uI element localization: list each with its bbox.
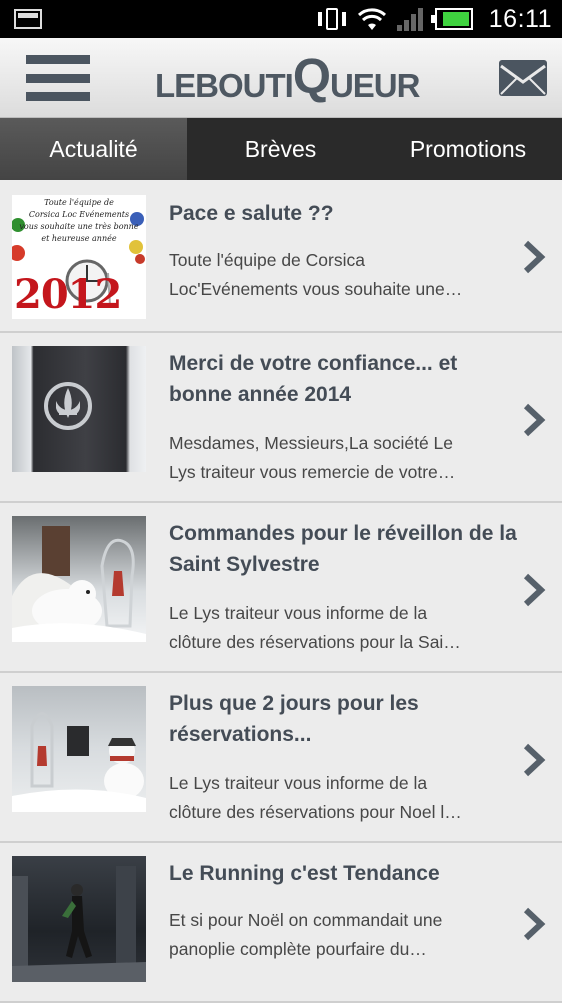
chevron-right-icon [523,573,546,607]
tab-bar: Actualité Brèves Promotions [0,118,562,180]
news-title: Pace e salute ?? [169,202,334,225]
news-thumbnail [12,516,146,642]
thumb-year: 2012 [14,271,122,318]
news-excerpt: Le Lys traiteur vous informe de la clôtu… [169,773,462,822]
news-item[interactable]: Le Running c'est Tendance Et si pour Noë… [0,843,562,1003]
tab-breves[interactable]: Brèves [187,118,374,180]
chevron-right-icon [523,907,546,941]
news-excerpt: Le Lys traiteur vous informe de la clôtu… [169,603,461,652]
notification-icon [14,9,42,29]
chevron-right-icon [523,743,546,777]
news-title: Le Running c'est Tendance [169,862,440,885]
news-item[interactable]: Commandes pour le réveillon de la Saint … [0,503,562,673]
news-thumbnail [12,856,146,982]
tab-actualite[interactable]: Actualité [0,118,187,180]
hamburger-icon-bar [26,55,90,64]
news-thumbnail [12,346,146,472]
hamburger-icon-bar [26,92,90,101]
logo-text-q: Q [292,50,331,104]
battery-icon [430,8,473,30]
news-item[interactable]: Toute l'équipe de Corsica Loc Evénements… [0,180,562,333]
envelope-icon [500,64,546,95]
news-item[interactable]: Plus que 2 jours pour les réservations..… [0,673,562,843]
logo-text-1: LEBOUTI [155,67,294,104]
status-bar: 16:11 [0,0,562,38]
news-title: Commandes pour le réveillon de la Saint … [169,522,517,576]
news-item[interactable]: Merci de votre confiance... et bonne ann… [0,333,562,503]
vibrate-icon [317,6,347,32]
news-thumbnail [12,686,146,812]
chevron-right-icon [523,240,546,274]
news-title: Plus que 2 jours pour les réservations..… [169,692,419,746]
mail-button[interactable] [499,60,547,96]
news-excerpt: Toute l'équipe de Corsica Loc'Evénements… [169,250,463,299]
tab-promotions[interactable]: Promotions [374,118,562,180]
thumb-caption: Corsica Loc Evénements [28,210,130,219]
news-thumbnail: Toute l'équipe de Corsica Loc Evénements… [12,195,146,319]
thumb-caption: Toute l'équipe de [44,198,114,207]
news-excerpt: Et si pour Noël on commandait une panopl… [169,910,443,959]
news-excerpt: Mesdames, Messieurs,La société Le Lys tr… [169,433,456,482]
app-logo: LEBOUTI Q UEUR [155,50,420,104]
thumb-caption: et heureuse année [41,234,117,243]
news-list: Toute l'équipe de Corsica Loc Evénements… [0,180,562,1003]
chevron-right-icon [523,403,546,437]
clock: 16:11 [488,4,552,33]
app-bar: LEBOUTI Q UEUR [0,38,562,118]
news-title: Merci de votre confiance... et bonne ann… [169,352,458,406]
signal-icon [396,7,425,31]
menu-button[interactable] [26,55,90,101]
wifi-icon [357,8,386,30]
hamburger-icon-bar [26,73,90,83]
thumb-caption: vous souhaite une très bonne [19,222,139,231]
logo-text-2: UEUR [329,67,421,104]
